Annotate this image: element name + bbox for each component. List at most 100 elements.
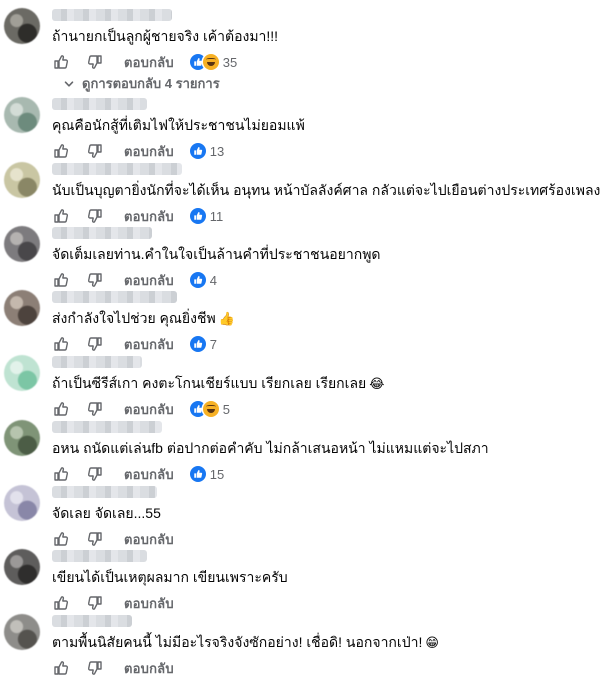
haha-reaction-icon [202, 54, 219, 70]
comment-actions: ตอบกลับ [52, 529, 174, 549]
reply-button[interactable]: ตอบกลับ [124, 464, 174, 485]
reaction-summary[interactable]: 15 [189, 466, 225, 482]
commenter-name-blurred[interactable] [52, 356, 142, 368]
reaction-summary[interactable]: 35 [189, 54, 238, 70]
comment-item: ส่งกำลังใจไปช่วย คุณยิ่งชีพ 👍 ตอบกลับ 7 [0, 290, 600, 354]
avatar[interactable] [4, 485, 40, 521]
reaction-count: 7 [209, 336, 218, 352]
view-replies-label: ดูการตอบกลับ 4 รายการ [82, 76, 220, 91]
comment-emoji: 👍 [218, 312, 235, 327]
avatar[interactable] [4, 549, 40, 585]
comment-text: ถ้าเป็นซีรีส์เกา คงตะโกนเชียร์แบบ เรียกเ… [52, 375, 385, 392]
commenter-name-blurred[interactable] [52, 227, 152, 239]
haha-reaction-icon [202, 401, 219, 417]
comment-item: นับเป็นบุญตายิ่งนักที่จะได้เห็น อนุทน หน… [0, 162, 600, 226]
comment-text: จัดเลย จัดเลย...55 [52, 505, 161, 521]
comment-actions: ตอบกลับ 15 [52, 464, 224, 484]
comment-item: คุณคือนักสู้ที่เติมไฟให้ประชาชนไม่ยอมแพ้… [0, 97, 600, 161]
thumbs-down-icon[interactable] [86, 271, 104, 289]
like-reaction-icon [189, 466, 206, 482]
reaction-count: 15 [209, 466, 225, 482]
reaction-count: 11 [209, 208, 224, 224]
comment-emoji: 😂 [369, 377, 385, 392]
thumbs-up-icon[interactable] [52, 271, 70, 289]
avatar[interactable] [4, 226, 40, 262]
commenter-name-blurred[interactable] [52, 550, 147, 562]
avatar[interactable] [4, 290, 40, 326]
reaction-summary[interactable]: 11 [189, 208, 224, 224]
thumbs-up-icon[interactable] [52, 530, 70, 548]
reaction-summary[interactable]: 4 [189, 272, 218, 288]
like-reaction-icon [189, 272, 206, 288]
reply-button[interactable]: ตอบกลับ [124, 270, 174, 291]
reply-button[interactable]: ตอบกลับ [124, 206, 174, 227]
avatar[interactable] [4, 355, 40, 391]
comment-item: ถ้านายกเป็นลูกผู้ชายจริง เค้าต้องมา!!! ตอ… [0, 8, 600, 72]
comment-item: จัดเลย จัดเลย...55 ตอบกลับ [0, 485, 600, 549]
thumbs-up-icon[interactable] [52, 142, 70, 160]
avatar[interactable] [4, 8, 40, 44]
avatar[interactable] [4, 162, 40, 198]
reaction-summary[interactable]: 13 [189, 143, 225, 159]
like-reaction-icon [189, 143, 206, 159]
thumbs-up-icon[interactable] [52, 53, 70, 71]
reaction-count: 4 [209, 272, 218, 288]
comment-item: ถ้าเป็นซีรีส์เกา คงตะโกนเชียร์แบบ เรียกเ… [0, 355, 600, 419]
thumbs-up-icon[interactable] [52, 659, 70, 677]
thumbs-down-icon[interactable] [86, 53, 104, 71]
thumbs-down-icon[interactable] [86, 142, 104, 160]
reply-button[interactable]: ตอบกลับ [124, 52, 174, 73]
reply-button[interactable]: ตอบกลับ [124, 141, 174, 162]
commenter-name-blurred[interactable] [52, 163, 182, 175]
thumbs-down-icon[interactable] [86, 594, 104, 612]
comment-item: เขียนได้เป็นเหตุผลมาก เขียนเพราะครับตอบก… [0, 549, 600, 613]
thumbs-up-icon[interactable] [52, 465, 70, 483]
thumbs-up-icon[interactable] [52, 400, 70, 418]
reply-button[interactable]: ตอบกลับ [124, 593, 174, 614]
reaction-summary[interactable]: 7 [189, 336, 218, 352]
comment-actions: ตอบกลับ 7 [52, 334, 217, 354]
view-replies-link[interactable]: ดูการตอบกลับ 4 รายการ [64, 73, 220, 94]
like-reaction-icon [189, 336, 206, 352]
chevron-down-icon [64, 79, 74, 89]
comment-text: จัดเต็มเลยท่าน.คำในใจเป็นล้านคำที่ประชาช… [52, 246, 381, 262]
commenter-name-blurred[interactable] [52, 291, 177, 303]
avatar[interactable] [4, 614, 40, 650]
comment-actions: ตอบกลับ 5 [52, 399, 230, 419]
thumbs-up-icon[interactable] [52, 335, 70, 353]
reply-button[interactable]: ตอบกลับ [124, 529, 174, 550]
thumbs-down-icon[interactable] [86, 335, 104, 353]
reaction-count: 35 [222, 54, 238, 70]
comment-actions: ตอบกลับ 4 [52, 270, 217, 290]
commenter-name-blurred[interactable] [52, 615, 132, 627]
comment-actions: ตอบกลับ 35 [52, 52, 237, 72]
thumbs-down-icon[interactable] [86, 400, 104, 418]
comment-text: ตามพื้นนิสัยคนนี้ ไม่มีอะไรจริงจังซักอย่… [52, 634, 439, 651]
commenter-name-blurred[interactable] [52, 98, 147, 110]
reaction-summary[interactable]: 5 [189, 401, 231, 417]
thumbs-down-icon[interactable] [86, 530, 104, 548]
thumbs-down-icon[interactable] [86, 465, 104, 483]
comment-actions: ตอบกลับ [52, 593, 174, 613]
avatar[interactable] [4, 97, 40, 133]
commenter-name-blurred[interactable] [52, 9, 172, 21]
thumbs-down-icon[interactable] [86, 659, 104, 677]
thumbs-up-icon[interactable] [52, 594, 70, 612]
thumbs-down-icon[interactable] [86, 207, 104, 225]
comment-text: นับเป็นบุญตายิ่งนักที่จะได้เห็น อนุทน หน… [52, 182, 600, 198]
commenter-name-blurred[interactable] [52, 421, 162, 433]
comment-text: ถ้านายกเป็นลูกผู้ชายจริง เค้าต้องมา!!! [52, 28, 279, 44]
thumbs-up-icon[interactable] [52, 207, 70, 225]
commenter-name-blurred[interactable] [52, 486, 157, 498]
reply-button[interactable]: ตอบกลับ [124, 334, 174, 355]
comment-emoji: 😁 [425, 636, 439, 651]
comment-text: อหน ถนัดแต่เล่นfb ต่อปากต่อคำคับ ไม่กล้า… [52, 440, 489, 456]
comment-item: อหน ถนัดแต่เล่นfb ต่อปากต่อคำคับ ไม่กล้า… [0, 420, 600, 484]
reply-button[interactable]: ตอบกลับ [124, 658, 174, 679]
reply-button[interactable]: ตอบกลับ [124, 399, 174, 420]
comment-actions: ตอบกลับ 13 [52, 141, 224, 161]
comment-text: เขียนได้เป็นเหตุผลมาก เขียนเพราะครับ [52, 569, 288, 585]
reaction-count: 5 [222, 401, 231, 417]
reaction-count: 13 [209, 143, 225, 159]
avatar[interactable] [4, 420, 40, 456]
